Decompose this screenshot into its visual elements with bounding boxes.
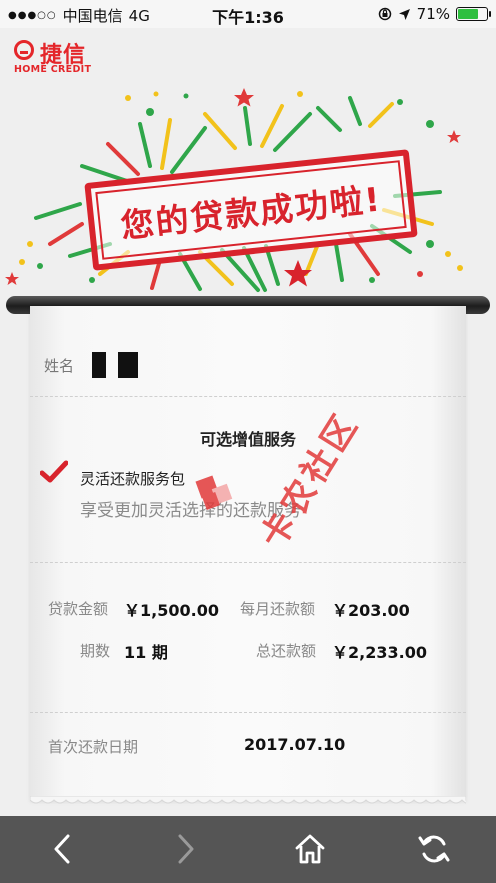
home-button[interactable]: [290, 829, 330, 869]
browser-toolbar: [0, 816, 496, 883]
receipt-torn-edge: [30, 796, 466, 804]
location-arrow-icon: [398, 8, 410, 20]
first-payment-date-label: 首次还款日期: [48, 738, 139, 756]
separator: [30, 396, 466, 397]
home-icon: [295, 834, 325, 864]
forward-button[interactable]: [166, 829, 206, 869]
refresh-button[interactable]: [414, 829, 454, 869]
periods-value: 11 期: [124, 643, 168, 662]
loan-receipt: 姓名 可选增值服务 灵活还款服务包 享受更加灵活选择的还款服务 贷款金额 ￥1,…: [30, 306, 466, 800]
battery-percent: 71%: [416, 5, 450, 23]
back-button[interactable]: [42, 829, 82, 869]
logo-mark-icon: [14, 40, 34, 60]
first-payment-date-value: 2017.07.10: [244, 735, 346, 754]
forward-icon: [178, 834, 194, 864]
periods-label: 期数: [80, 642, 111, 660]
redacted-name-2: [118, 352, 139, 378]
redacted-name: [92, 352, 107, 378]
separator: [30, 712, 466, 713]
refresh-icon: [418, 835, 450, 863]
total-repayment-label: 总还款额: [256, 642, 317, 660]
name-label: 姓名: [44, 356, 75, 375]
back-icon: [54, 834, 70, 864]
loan-amount-value: ￥1,500.00: [124, 601, 219, 620]
success-stamp-text: 您的贷款成功啦!: [118, 179, 384, 246]
home-credit-logo: 捷信 HOME CREDIT: [14, 38, 114, 78]
option-title[interactable]: 灵活还款服务包: [80, 468, 185, 489]
total-repayment-value: ￥2,233.00: [332, 643, 427, 662]
rotation-lock-icon: [378, 7, 391, 21]
checkmark-icon[interactable]: [40, 460, 68, 484]
section-title: 可选增值服务: [199, 430, 296, 449]
name-row: 姓名: [44, 352, 139, 378]
celebration-banner: 您的贷款成功啦!: [0, 84, 496, 299]
loan-amount-label: 贷款金额: [48, 600, 109, 618]
status-right: 71%: [378, 5, 491, 23]
option-description: 享受更加灵活选择的还款服务: [80, 501, 301, 521]
logo-name-en: HOME CREDIT: [14, 64, 92, 75]
separator: [30, 562, 466, 563]
status-bar: ●●●○○ 中国电信 4G 下午1:36 71%: [0, 0, 496, 28]
monthly-payment-value: ￥203.00: [332, 601, 410, 620]
battery-icon: [456, 7, 491, 21]
battery-fill: [458, 9, 478, 19]
monthly-payment-label: 每月还款额: [240, 600, 316, 618]
